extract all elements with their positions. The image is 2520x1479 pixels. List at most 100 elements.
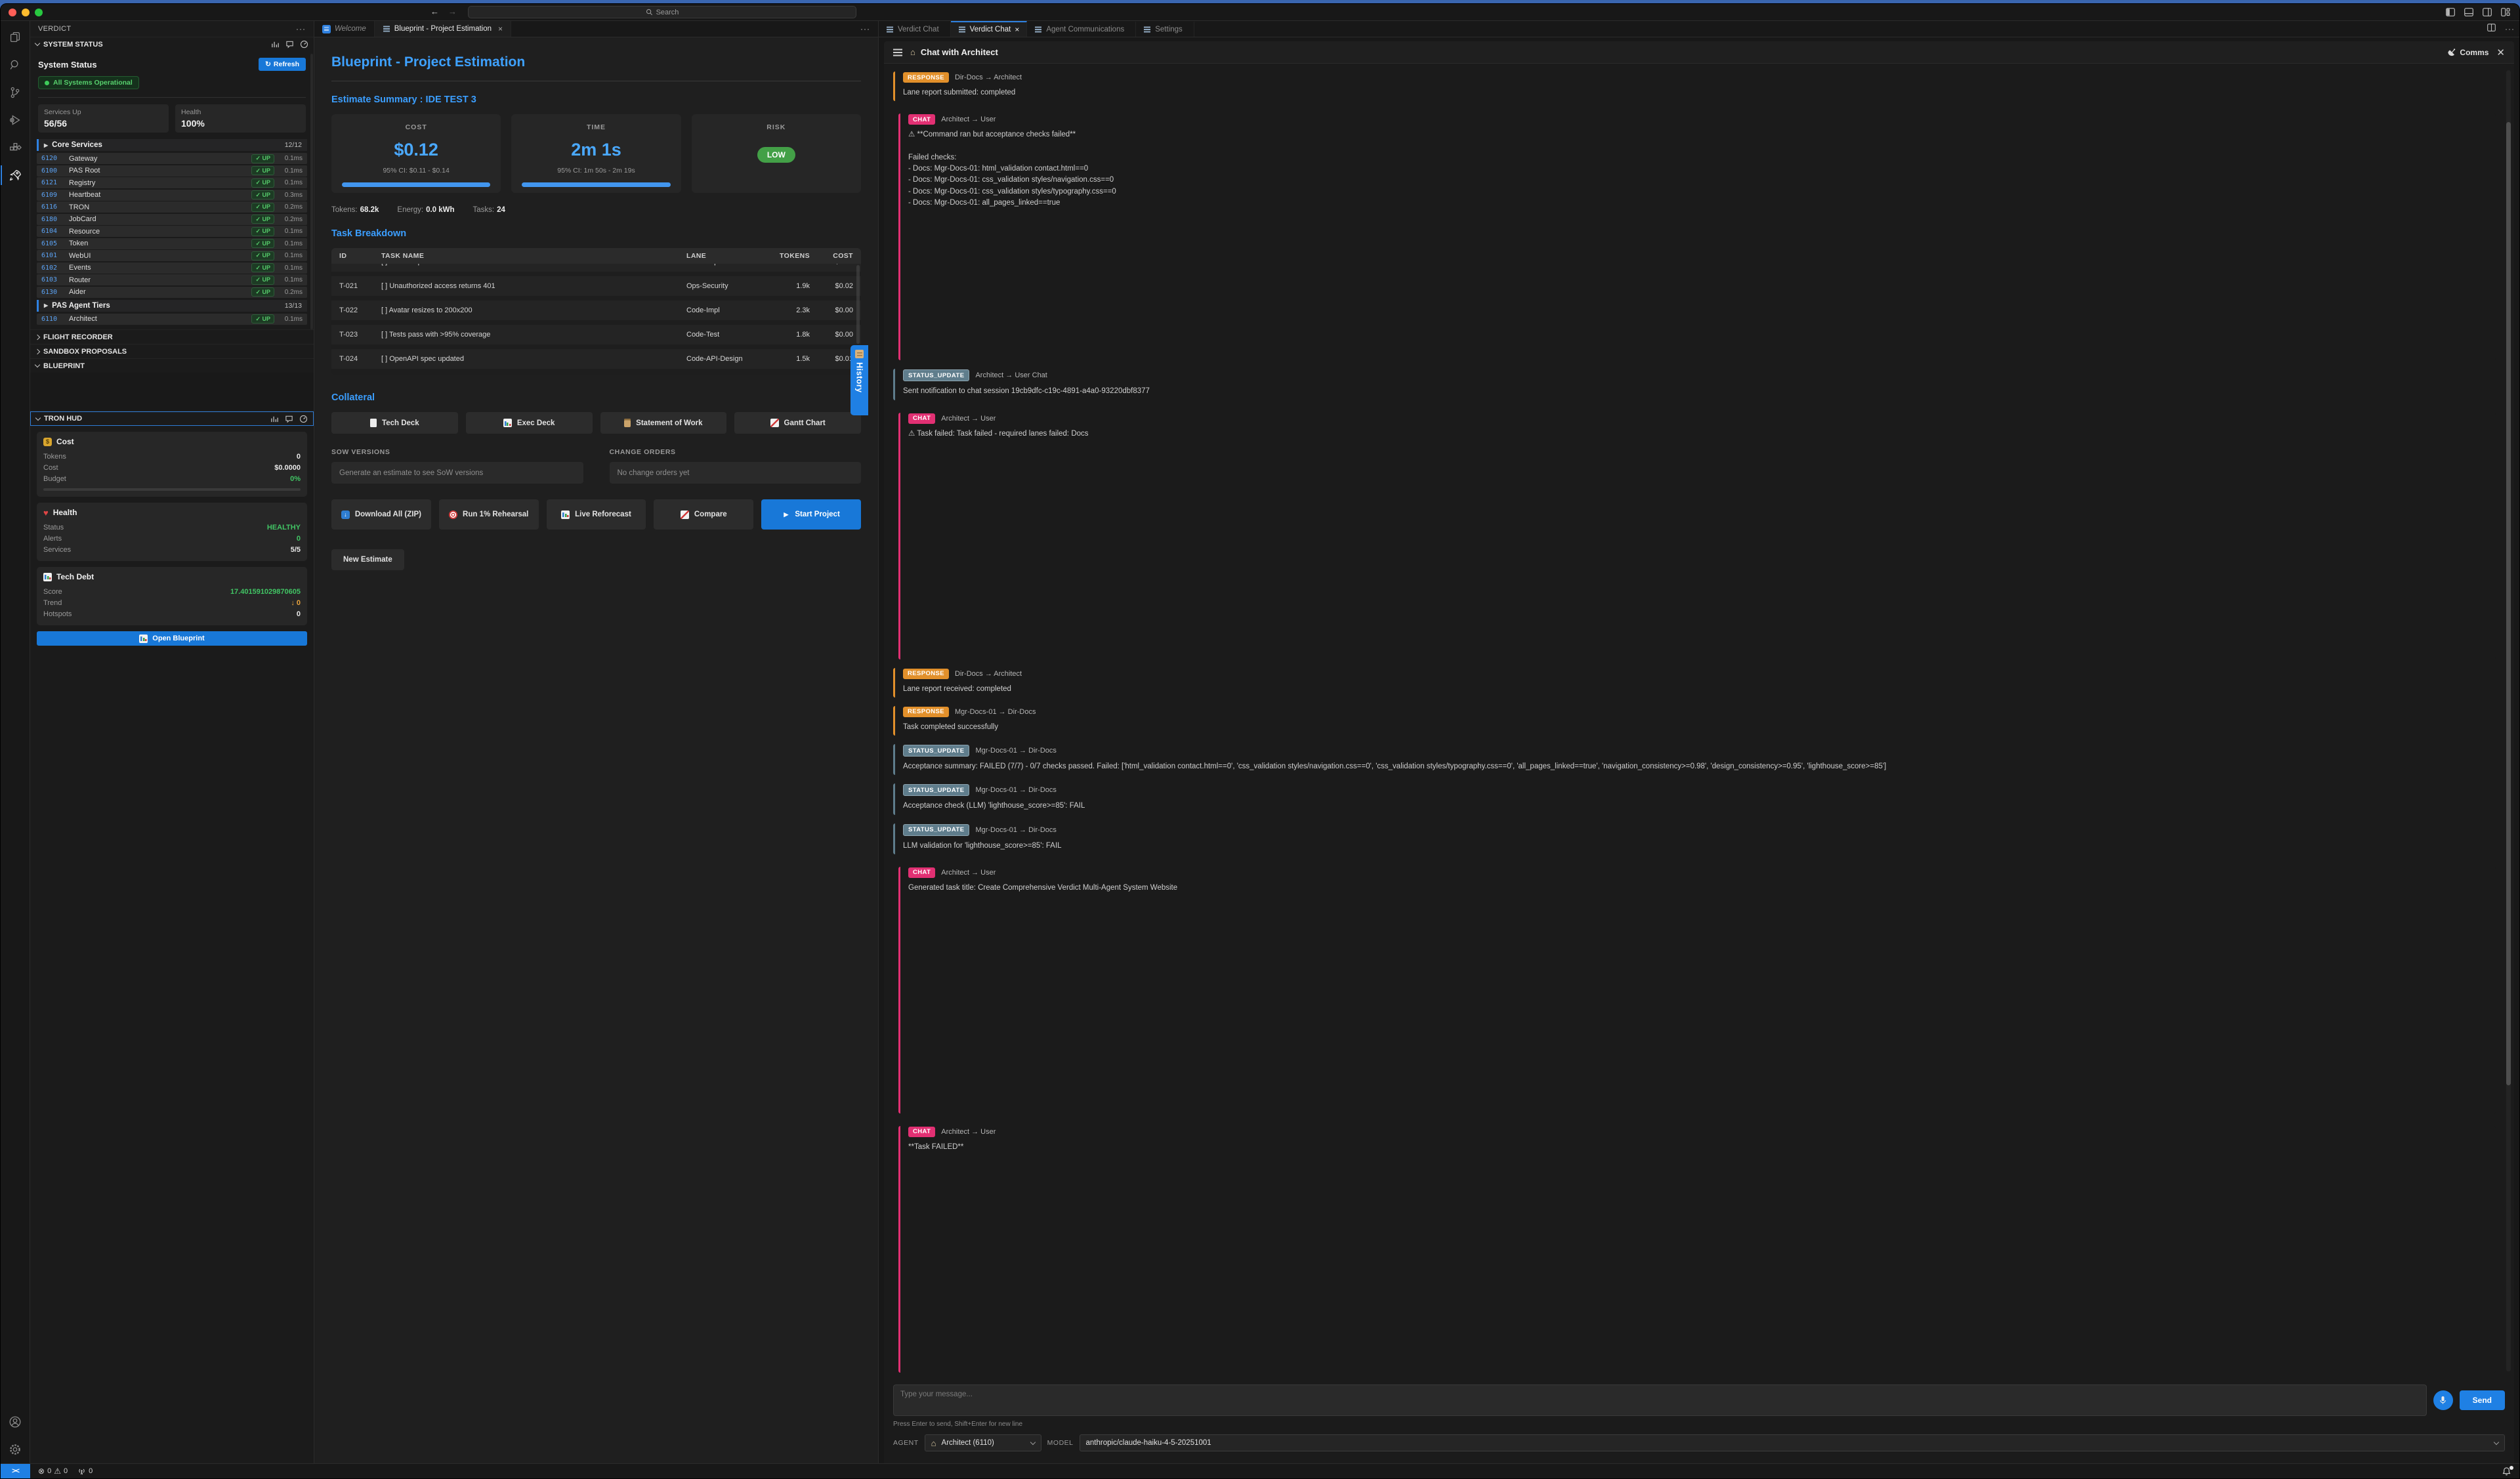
table-row[interactable]: T-021 [ ] Unauthorized access returns 40… — [331, 276, 861, 296]
close-chat-icon[interactable]: ✕ — [2496, 47, 2505, 58]
toggle-secondary-sidebar-icon[interactable] — [2483, 8, 2492, 16]
service-row[interactable]: 6100 PAS Root ✓ UP 0.1ms — [37, 165, 307, 177]
collateral-button[interactable]: Gantt Chart — [734, 412, 861, 434]
open-blueprint-button[interactable]: Open Blueprint — [37, 631, 307, 646]
service-row[interactable]: 6104 Resource ✓ UP 0.1ms — [37, 226, 307, 237]
toggle-sidebar-icon[interactable] — [2446, 8, 2455, 16]
back-arrow-icon[interactable]: ← — [430, 7, 439, 16]
notifications-bell[interactable] — [2502, 1464, 2519, 1478]
sidebar-more-actions[interactable]: ··· — [296, 24, 306, 33]
model-select[interactable]: anthropic/claude-haiku-4-5-20251001 — [1080, 1434, 2505, 1451]
panel-more-actions[interactable]: ··· — [2500, 24, 2519, 33]
mic-button[interactable] — [2433, 1390, 2453, 1410]
collateral-button[interactable]: Tech Deck — [331, 412, 458, 434]
close-tab-icon[interactable]: × — [498, 24, 503, 33]
table-body[interactable]: T-020 [ ] Invalid input returns 400 with… — [331, 264, 861, 375]
panel-tab[interactable]: Verdict Chat × — [951, 21, 1028, 37]
collateral-button[interactable]: Exec Deck — [466, 412, 593, 434]
close-window-button[interactable] — [9, 9, 16, 16]
service-row[interactable]: 6103 Router ✓ UP 0.1ms — [37, 274, 307, 285]
comms-button[interactable]: Comms — [2446, 48, 2488, 57]
explorer-icon[interactable] — [1, 24, 30, 51]
table-row[interactable]: T-023 [ ] Tests pass with >95% coverage … — [331, 325, 861, 344]
service-latency: 0.1ms — [280, 240, 303, 247]
scrollbar-thumb[interactable] — [2506, 122, 2511, 1085]
run-debug-icon[interactable] — [1, 106, 30, 134]
verdict-rocket-icon[interactable] — [1, 161, 30, 189]
group-core-services[interactable]: ▶ Core Services 12/12 — [37, 139, 307, 151]
collateral-button[interactable]: Statement of Work — [600, 412, 727, 434]
remote-indicator[interactable]: >< — [1, 1464, 30, 1478]
service-row[interactable]: 6121 Registry ✓ UP 0.1ms — [37, 177, 307, 188]
chat-header: Chat with Architect Comms ✕ — [884, 41, 2514, 64]
panel-tab[interactable]: Settings — [1136, 21, 1194, 37]
forward-arrow-icon[interactable]: → — [448, 7, 457, 16]
ports-indicator[interactable]: 0 — [77, 1467, 93, 1476]
panel-tab[interactable]: Agent Communications — [1027, 21, 1136, 37]
section-flight-recorder[interactable]: FLIGHT RECORDER — [30, 329, 314, 344]
global-search[interactable]: Search — [468, 6, 856, 18]
gauge-icon[interactable] — [300, 40, 308, 49]
search-view-icon[interactable] — [1, 51, 30, 79]
editor-more-actions[interactable]: ··· — [852, 24, 878, 33]
menu-icon[interactable] — [893, 52, 902, 53]
table-row[interactable]: T-022 [ ] Avatar resizes to 200x200 Code… — [331, 301, 861, 320]
close-tab-icon[interactable]: × — [1015, 25, 1019, 34]
minimize-window-button[interactable] — [22, 9, 30, 16]
panel-tab[interactable]: Verdict Chat — [879, 21, 951, 37]
section-tron-hud[interactable]: TRON HUD — [30, 411, 314, 426]
service-row[interactable]: 6116 TRON ✓ UP 0.2ms — [37, 201, 307, 213]
refresh-button[interactable]: ↻Refresh — [259, 58, 306, 71]
service-row[interactable]: 6102 Events ✓ UP 0.1ms — [37, 262, 307, 274]
extensions-icon[interactable] — [1, 134, 30, 161]
agent-select[interactable]: Architect (6110) — [925, 1434, 1041, 1451]
table-row[interactable]: T-024 [ ] OpenAPI spec updated Code-API-… — [331, 349, 861, 369]
table-row[interactable]: T-020 [ ] Invalid input returns 400 with… — [331, 264, 861, 272]
service-row[interactable]: 6110 Architect ✓ UP 0.1ms — [37, 314, 307, 325]
comment-icon[interactable] — [285, 415, 293, 423]
group-pas-agent-tiers[interactable]: ▶ PAS Agent Tiers 13/13 — [37, 300, 307, 312]
message-input[interactable] — [893, 1385, 2427, 1416]
toggle-panel-icon[interactable] — [2464, 8, 2473, 16]
tab-blueprint[interactable]: Blueprint - Project Estimation × — [375, 21, 511, 37]
service-row[interactable]: 6109 Heartbeat ✓ UP 0.3ms — [37, 190, 307, 201]
settings-gear-icon[interactable] — [1, 1436, 30, 1463]
message-list[interactable]: RESPONSE Dir-Docs → Architect Lane repor… — [884, 64, 2514, 1378]
comment-icon[interactable] — [285, 40, 294, 49]
action-button[interactable]: Live Reforecast — [547, 499, 646, 530]
action-button[interactable]: Run 1% Rehearsal — [439, 499, 539, 530]
split-editor-icon[interactable] — [2483, 23, 2500, 35]
section-sandbox-proposals[interactable]: SANDBOX PROPOSALS — [30, 344, 314, 358]
action-button[interactable]: Start Project — [761, 499, 861, 530]
chart-icon[interactable] — [270, 415, 279, 423]
accounts-icon[interactable] — [1, 1408, 30, 1436]
source-control-icon[interactable] — [1, 79, 30, 106]
sidebar-scrollbar[interactable] — [310, 54, 313, 329]
zoom-window-button[interactable] — [35, 9, 43, 16]
collateral-icon — [770, 419, 779, 427]
service-row[interactable]: 6180 JobCard ✓ UP 0.2ms — [37, 214, 307, 225]
send-button[interactable]: Send — [2460, 1390, 2505, 1410]
message-body: ⚠ Task failed: Task failed - required la… — [908, 428, 2493, 440]
service-row[interactable]: 6101 WebUI ✓ UP 0.1ms — [37, 250, 307, 261]
change-orders-label: CHANGE ORDERS — [610, 448, 862, 456]
status-text: UP — [262, 167, 270, 174]
service-row[interactable]: 6105 Token ✓ UP 0.1ms — [37, 238, 307, 249]
service-row[interactable]: 6120 Gateway ✓ UP 0.1ms — [37, 153, 307, 164]
new-estimate-button[interactable]: New Estimate — [331, 549, 404, 570]
history-tab[interactable]: History — [850, 345, 868, 415]
action-button[interactable]: Compare — [654, 499, 753, 530]
service-row[interactable]: 6130 Aider ✓ UP 0.2ms — [37, 287, 307, 298]
chat-scrollbar[interactable] — [2506, 70, 2511, 1371]
tab-welcome[interactable]: Welcome — [314, 21, 375, 37]
customize-layout-icon[interactable] — [2501, 8, 2510, 16]
chart-icon[interactable] — [271, 40, 280, 49]
section-system-status[interactable]: SYSTEM STATUS — [30, 37, 314, 51]
action-button[interactable]: Download All (ZIP) — [331, 499, 431, 530]
problems-indicator[interactable]: ⊗0 ⚠0 — [38, 1467, 68, 1476]
section-blueprint[interactable]: BLUEPRINT — [30, 358, 314, 373]
panel-tab-label: Verdict Chat — [970, 26, 1011, 33]
table-scrollbar[interactable] — [856, 265, 860, 344]
task-lane: Code-Impl — [679, 306, 768, 314]
gauge-icon[interactable] — [299, 415, 308, 423]
